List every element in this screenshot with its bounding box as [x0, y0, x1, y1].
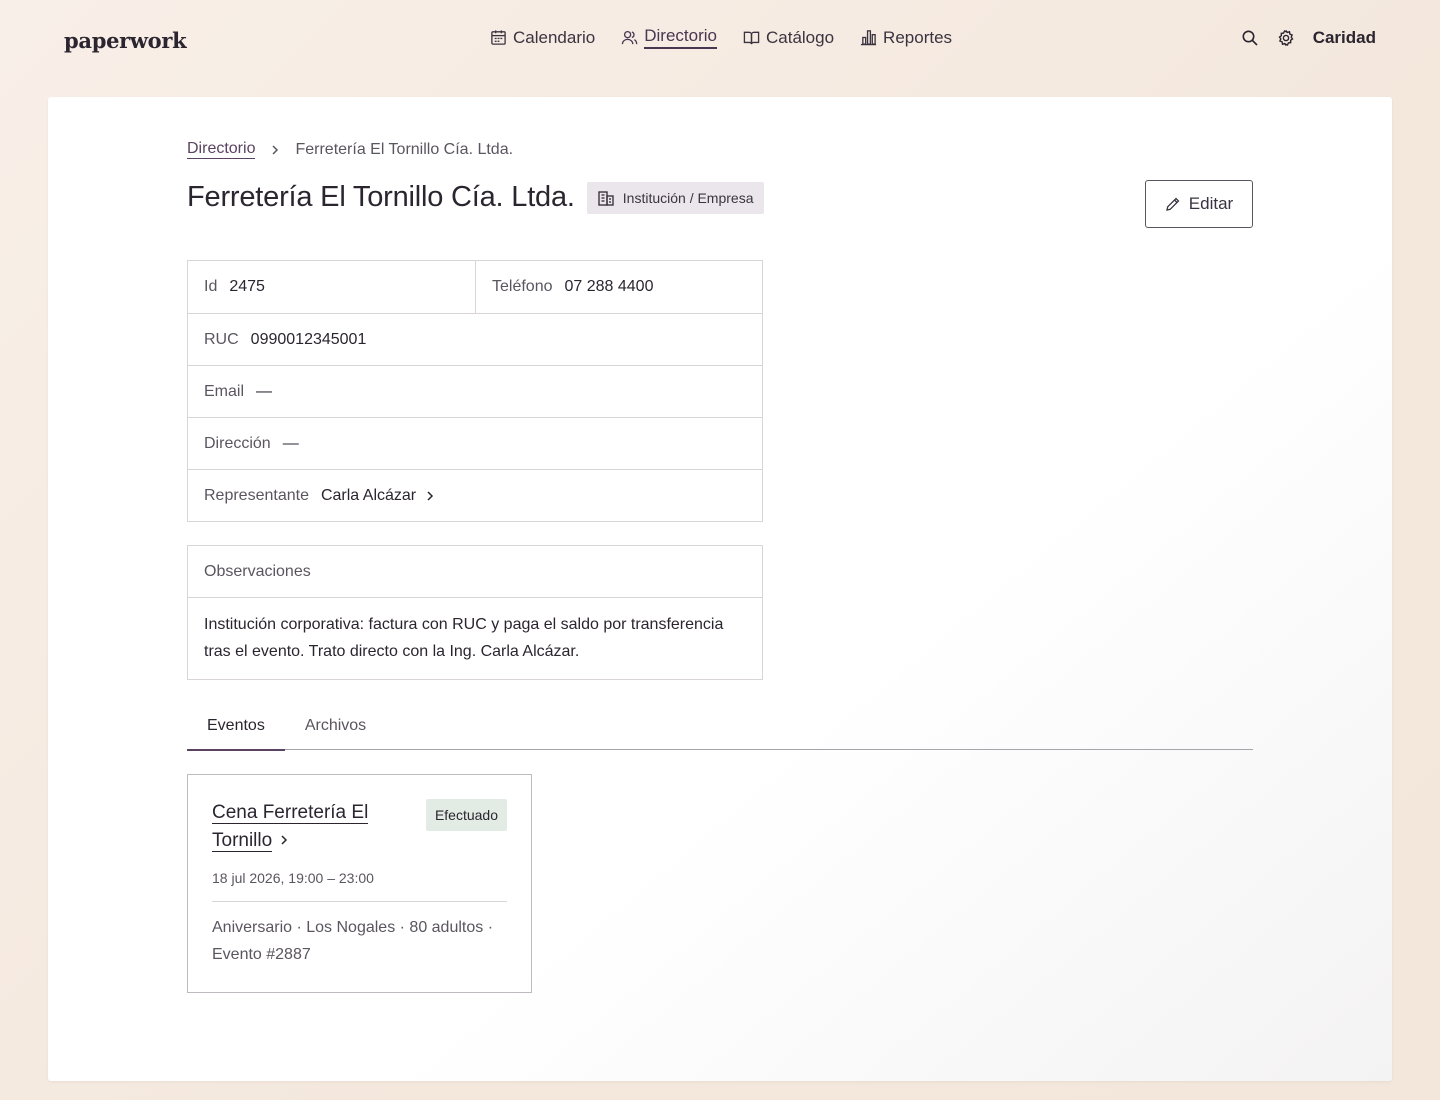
nav-label: Directorio [644, 26, 717, 49]
event-card: Cena Ferretería El Tornillo Efectuado 18… [187, 774, 532, 993]
pencil-icon [1165, 197, 1180, 211]
chevron-right-icon [272, 144, 279, 155]
email-label: Email [204, 382, 245, 400]
gear-icon[interactable] [1277, 29, 1295, 47]
edit-button-label: Editar [1188, 194, 1234, 213]
breadcrumb: Directorio Ferretería El Tornillo Cía. L… [187, 140, 513, 159]
tab-archivos[interactable]: Archivos [285, 702, 386, 750]
top-bar: paperwork Calendario Directorio Catálogo [0, 0, 1440, 80]
nav-item-catalogo[interactable]: Catálogo [743, 26, 834, 49]
type-badge: Institución / Empresa [586, 181, 764, 214]
event-title-link[interactable]: Cena Ferretería El Tornillo [212, 799, 402, 855]
building-icon [598, 190, 614, 206]
search-icon[interactable] [1241, 29, 1259, 47]
phone-value: 07 288 4400 [564, 278, 654, 295]
info-cell-ruc: RUC 0990012345001 [188, 314, 366, 365]
event-meta: Aniversario · Los Nogales · 80 adultos ·… [212, 919, 494, 963]
event-date: 18 jul 2026, 19:00 – 23:00 [212, 870, 374, 886]
email-value: — [256, 382, 273, 400]
id-label: Id [204, 278, 218, 295]
info-table: Id 2475 Teléfono 07 288 4400 RUC 0990012… [187, 260, 763, 522]
bar-chart-icon [860, 30, 877, 46]
type-badge-label: Institución / Empresa [622, 189, 754, 206]
main-card: Directorio Ferretería El Tornillo Cía. L… [48, 97, 1392, 1081]
breadcrumb-current: Ferretería El Tornillo Cía. Ltda. [295, 140, 514, 158]
nav-item-calendario[interactable]: Calendario [490, 26, 595, 49]
info-cell-email: Email — [188, 366, 272, 417]
main-nav: Calendario Directorio Catálogo Reportes [490, 26, 952, 49]
right-tools: Caridad [1241, 28, 1376, 48]
info-cell-id: Id 2475 [188, 261, 475, 313]
phone-label: Teléfono [492, 278, 553, 295]
id-value: 2475 [229, 278, 265, 295]
page-title: Ferretería El Tornillo Cía. Ltda. [187, 181, 575, 213]
representative-name: Carla Alcázar [320, 486, 417, 504]
observations-label: Observaciones [188, 546, 762, 598]
info-row: Email — [188, 365, 762, 417]
book-icon [743, 31, 760, 45]
info-row: RUC 0990012345001 [188, 313, 762, 365]
nav-item-directorio[interactable]: Directorio [621, 26, 717, 49]
address-label: Dirección [204, 434, 271, 452]
info-row: Representante Carla Alcázar [188, 469, 762, 521]
observations-panel: Observaciones Institución corporativa: f… [187, 545, 763, 680]
nav-label: Reportes [883, 27, 953, 47]
divider [212, 901, 507, 902]
info-cell-address: Dirección — [188, 418, 299, 469]
app-logo[interactable]: paperwork [64, 28, 187, 53]
users-icon [621, 30, 638, 45]
info-row: Id 2475 Teléfono 07 288 4400 [188, 261, 762, 313]
title-row: Ferretería El Tornillo Cía. Ltda. Instit… [187, 181, 764, 214]
calendar-icon [491, 30, 506, 45]
representative-label: Representante [204, 486, 309, 504]
nav-item-reportes[interactable]: Reportes [860, 26, 952, 49]
user-menu[interactable]: Caridad [1313, 28, 1376, 48]
ruc-value: 0990012345001 [250, 330, 367, 348]
edit-button[interactable]: Editar [1145, 180, 1253, 228]
tabs: Eventos Archivos [187, 702, 1253, 751]
address-value: — [282, 434, 299, 452]
representative-link[interactable]: Carla Alcázar [321, 487, 436, 505]
tab-eventos[interactable]: Eventos [187, 702, 285, 751]
nav-label: Calendario [513, 27, 596, 47]
info-cell-representative: Representante Carla Alcázar [188, 470, 436, 521]
nav-label: Catálogo [765, 27, 835, 47]
breadcrumb-link-directorio[interactable]: Directorio [187, 140, 256, 159]
info-cell-phone: Teléfono 07 288 4400 [475, 261, 762, 313]
chevron-right-icon [281, 835, 288, 845]
ruc-label: RUC [204, 330, 239, 348]
info-row: Dirección — [188, 417, 762, 469]
status-badge: Efectuado [425, 799, 507, 831]
observations-text: Institución corporativa: factura con RUC… [204, 616, 724, 660]
chevron-right-icon [427, 490, 434, 501]
